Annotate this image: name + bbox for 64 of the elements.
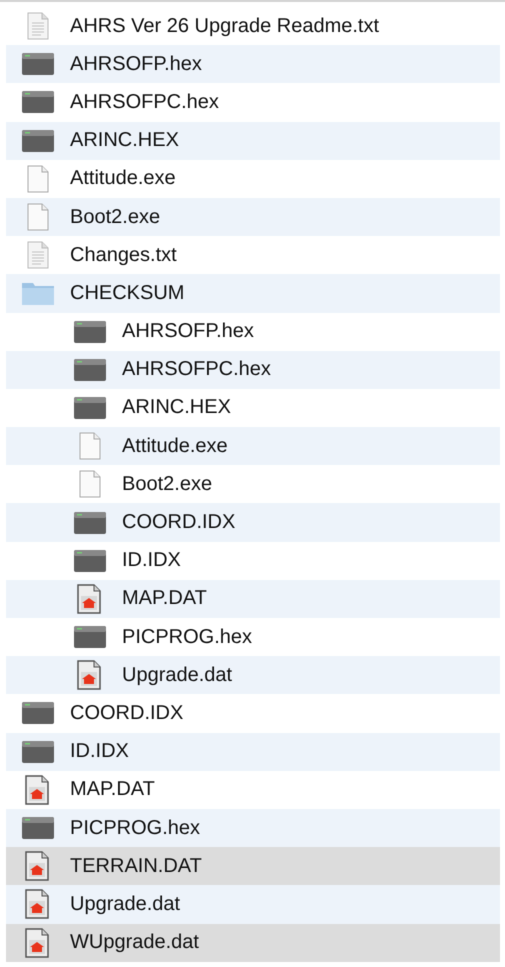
file-name: Attitude.exe [70, 167, 176, 190]
image-document-icon [25, 889, 51, 920]
file-name: ARINC.HEX [122, 396, 231, 420]
image-document-icon [25, 928, 51, 958]
file-row[interactable]: AHRSOFP.hex [6, 45, 500, 84]
file-name: AHRSOFPC.hex [70, 90, 219, 114]
file-name: AHRSOFP.hex [70, 52, 202, 76]
file-row[interactable]: Upgrade.dat [6, 885, 500, 924]
text-document-icon [27, 12, 49, 40]
file-row[interactable]: Boot2.exe [6, 198, 500, 236]
file-name: AHRSOFPC.hex [122, 358, 271, 382]
file-row[interactable]: TERRAIN.DAT [6, 847, 500, 886]
file-name: AHRSOFP.hex [122, 320, 254, 344]
folder-icon [21, 280, 55, 306]
image-document-icon [77, 584, 103, 614]
file-name: AHRS Ver 26 Upgrade Readme.txt [70, 14, 380, 38]
document-icon [79, 470, 101, 498]
executable-icon [22, 91, 54, 114]
file-row[interactable]: CHECKSUM [6, 274, 500, 312]
file-name: COORD.IDX [122, 511, 236, 534]
image-document-icon [25, 851, 51, 882]
file-name: Upgrade.dat [122, 664, 232, 687]
executable-icon [74, 550, 106, 572]
file-row[interactable]: ARINC.HEX [6, 122, 500, 160]
file-row[interactable]: Attitude.exe [6, 427, 500, 466]
file-name: WUpgrade.dat [70, 931, 199, 954]
file-row[interactable]: PICPROG.hex [6, 808, 500, 848]
executable-icon [22, 817, 54, 840]
file-name: ARINC.HEX [70, 129, 179, 152]
executable-icon [74, 320, 106, 343]
file-row[interactable]: MAP.DAT [6, 580, 500, 618]
file-name: ID.IDX [70, 740, 129, 764]
file-name: Changes.txt [70, 244, 177, 267]
file-row[interactable]: ID.IDX [6, 732, 500, 771]
executable-icon [74, 512, 106, 534]
file-name: MAP.DAT [70, 778, 155, 802]
image-document-icon [25, 774, 51, 805]
file-name: Boot2.exe [70, 206, 160, 229]
document-icon [27, 203, 49, 232]
file-name: PICPROG.hex [70, 816, 200, 840]
file-row[interactable]: COORD.IDX [6, 503, 500, 542]
file-name: ID.IDX [122, 549, 181, 572]
file-name: Attitude.exe [122, 434, 228, 458]
file-name: Upgrade.dat [70, 892, 180, 916]
file-name: TERRAIN.DAT [70, 854, 202, 878]
document-icon [79, 432, 101, 460]
executable-icon [74, 626, 106, 648]
document-icon [27, 164, 49, 193]
file-row[interactable]: Upgrade.dat [6, 656, 500, 694]
file-name: PICPROG.hex [122, 626, 252, 649]
executable-icon [22, 130, 54, 152]
executable-icon [74, 358, 106, 381]
file-name: COORD.IDX [70, 702, 184, 725]
executable-icon [22, 740, 54, 763]
executable-icon [22, 53, 54, 76]
image-document-icon [77, 660, 103, 690]
file-row[interactable]: AHRSOFPC.hex [6, 350, 500, 389]
file-row[interactable]: WUpgrade.dat [6, 924, 500, 962]
file-name: MAP.DAT [122, 587, 207, 610]
file-name: Boot2.exe [122, 472, 212, 496]
text-document-icon [27, 241, 49, 270]
executable-icon [22, 702, 54, 724]
file-name: CHECKSUM [70, 282, 184, 305]
executable-icon [74, 396, 106, 419]
